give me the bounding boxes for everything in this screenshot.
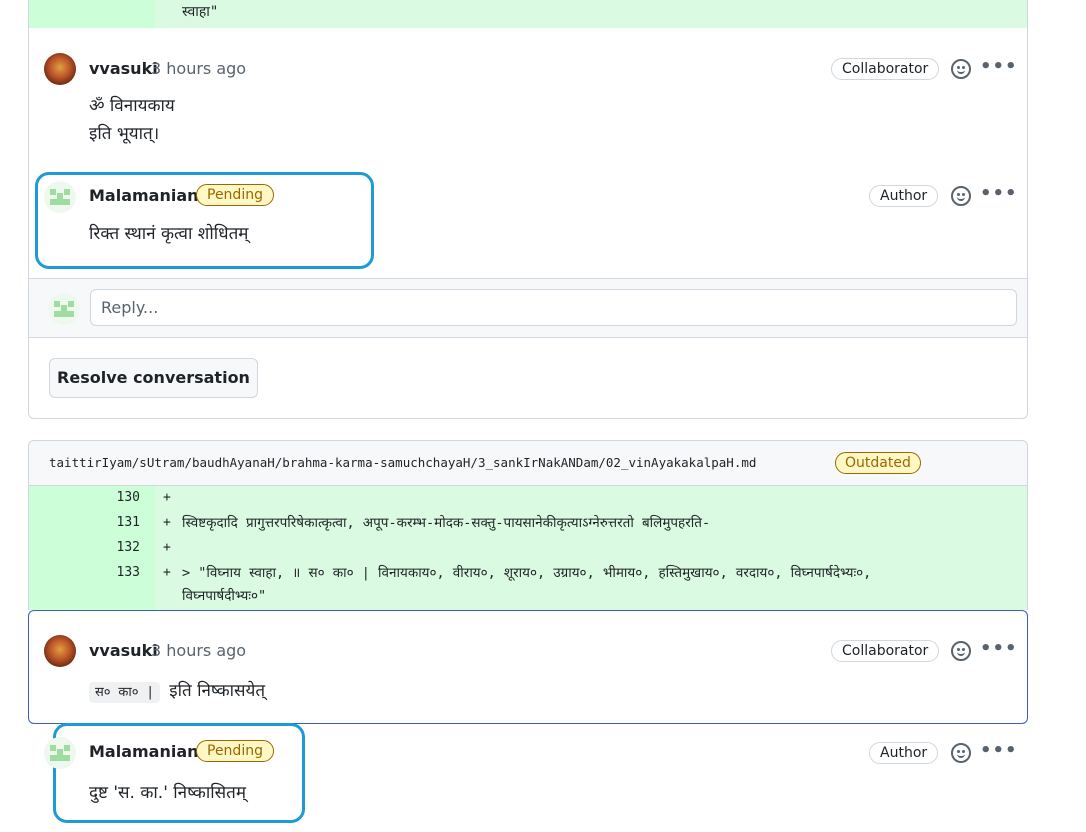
reply-input[interactable]: Reply... (90, 289, 1017, 326)
avatar[interactable] (44, 53, 76, 85)
line-number[interactable]: 133 (117, 565, 140, 580)
add-reaction-icon[interactable] (951, 743, 971, 763)
comment-body: स० का० | इति निष्कासयेत् (89, 677, 265, 705)
more-options-icon[interactable]: ••• (980, 740, 1018, 761)
pending-badge: Pending (196, 740, 274, 762)
author-badge: Author (869, 742, 939, 764)
avatar[interactable] (44, 635, 76, 667)
comment-author[interactable]: Malamanian (89, 186, 199, 205)
more-options-icon[interactable]: ••• (980, 638, 1018, 659)
line-number[interactable]: 131 (117, 515, 140, 530)
author-badge: Author (869, 185, 939, 207)
diff-hunk: 130 + 131 + स्विष्टकृदादि प्रागुत्तरपरिष… (28, 486, 1028, 610)
collaborator-badge: Collaborator (831, 640, 940, 662)
avatar[interactable] (44, 737, 76, 769)
diff-remnant-top: स्वाहा" (28, 0, 1028, 28)
add-reaction-icon[interactable] (951, 641, 971, 661)
comment-author[interactable]: Malamanian (89, 742, 199, 761)
file-header: taittirIyam/sUtram/baudhAyanaH/brahma-ka… (28, 440, 1028, 486)
more-options-icon[interactable]: ••• (980, 183, 1018, 204)
review-thread-2 (28, 610, 1028, 724)
line-number[interactable]: 132 (117, 540, 140, 555)
add-reaction-icon[interactable] (951, 59, 971, 79)
diff-sign: + (163, 565, 171, 580)
comment-timestamp[interactable]: 3 hours ago (151, 59, 246, 78)
line-number[interactable]: 130 (117, 490, 140, 505)
diff-code-line: स्वाहा" (182, 4, 219, 20)
comment-body-line-1: ॐ विनायकाय (89, 96, 175, 116)
comment-author[interactable]: vvasuki (89, 641, 158, 660)
reply-area: Reply... (29, 278, 1027, 338)
outdated-badge: Outdated (835, 452, 921, 474)
resolve-conversation-button[interactable]: Resolve conversation (49, 358, 258, 398)
avatar[interactable] (44, 181, 76, 213)
diff-code-line: स्विष्टकृदादि प्रागुत्तरपरिषेकात्कृत्वा,… (182, 515, 711, 531)
current-user-avatar[interactable] (48, 293, 80, 325)
comment-body: रिक्त स्थानं कृत्वा शोधितम् (89, 224, 249, 244)
comment-timestamp[interactable]: 3 hours ago (151, 641, 246, 660)
highlight-annotation (53, 723, 305, 823)
diff-code-line: विघ्नपार्षदीभ्यः०" (182, 588, 267, 604)
more-options-icon[interactable]: ••• (980, 56, 1018, 77)
file-path[interactable]: taittirIyam/sUtram/baudhAyanaH/brahma-ka… (49, 455, 756, 470)
add-reaction-icon[interactable] (951, 186, 971, 206)
comment-body: दुष्ट 'स. का.' निष्कासितम् (89, 783, 246, 803)
collaborator-badge: Collaborator (831, 58, 940, 80)
comment-body-line-2: इति भूयात्। (89, 124, 160, 144)
diff-sign: + (163, 515, 171, 530)
inline-code: स० का० | (89, 682, 161, 703)
comment-author[interactable]: vvasuki (89, 59, 158, 78)
diff-sign: + (163, 490, 171, 505)
diff-gutter (29, 0, 155, 28)
diff-code-line: > "विघ्नाय स्वाहा, ॥ स० का० | विनायकाय०,… (182, 565, 872, 581)
comment-text: इति निष्कासयेत् (169, 681, 266, 701)
pending-badge: Pending (196, 184, 274, 206)
diff-sign: + (163, 540, 171, 555)
